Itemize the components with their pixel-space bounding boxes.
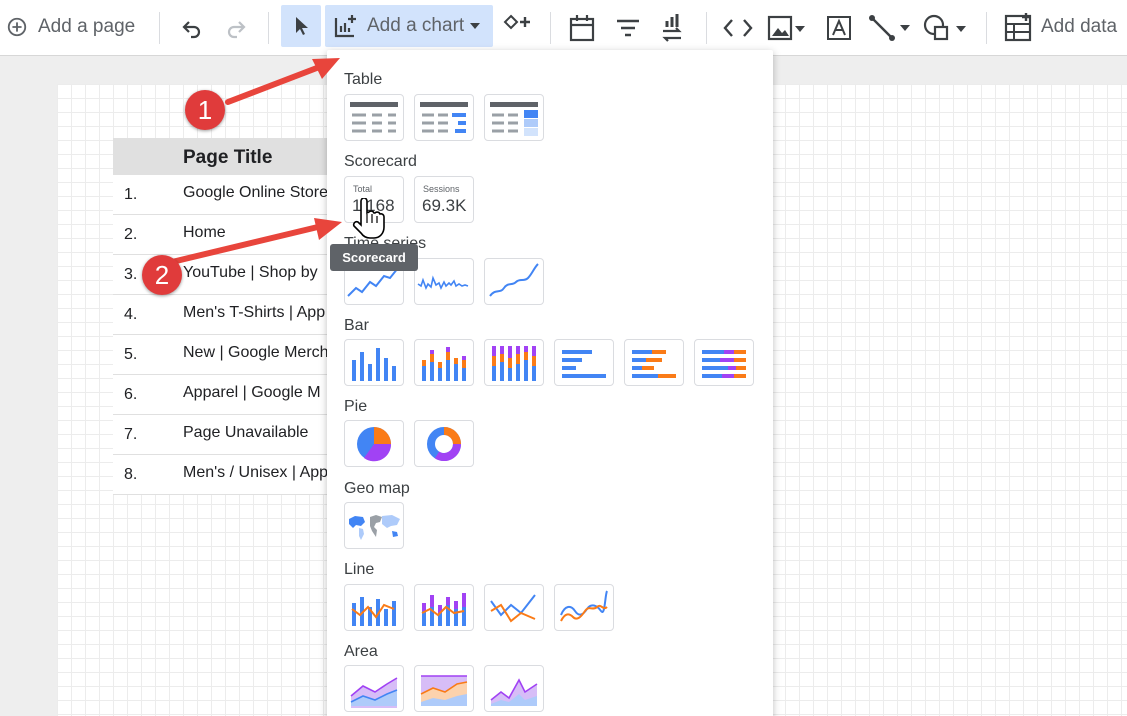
step-badge-1: 1 [185, 90, 225, 130]
step-badge-2: 2 [142, 255, 182, 295]
annotation-arrows [169, 58, 342, 265]
hand-cursor-icon [352, 198, 385, 239]
